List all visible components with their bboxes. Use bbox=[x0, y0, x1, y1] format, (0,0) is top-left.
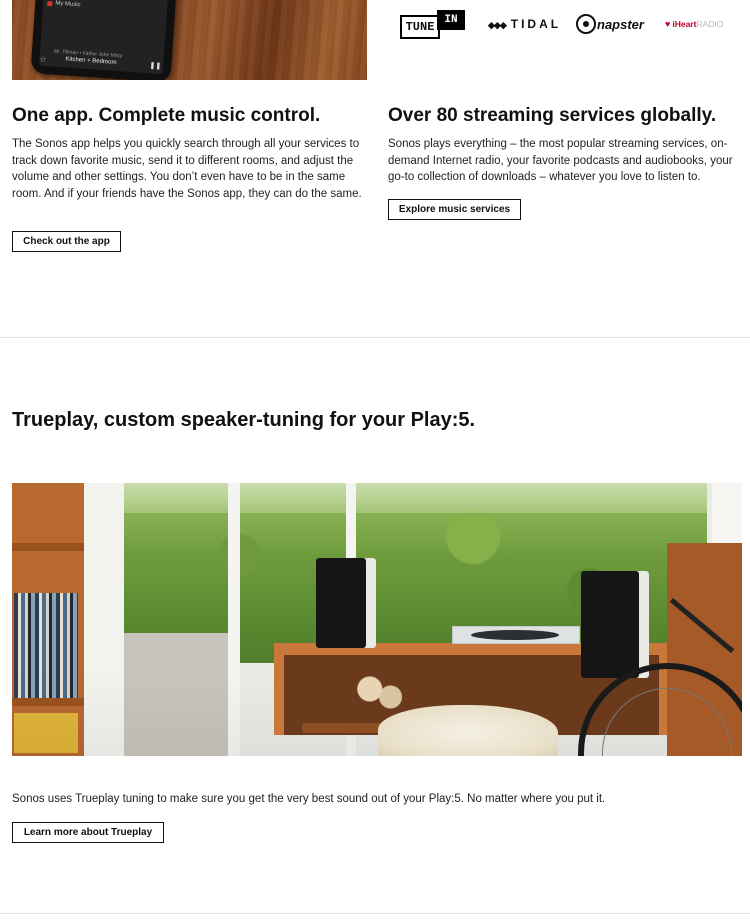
play5-speaker-right bbox=[581, 571, 649, 678]
tidal-logo: ◆◆◆ TIDAL bbox=[488, 17, 561, 31]
right-wall bbox=[712, 483, 742, 543]
streaming-service-logos: TUNE IN ◆◆◆ TIDAL napster ♥ iHeart RADIO bbox=[400, 10, 740, 40]
play5-speaker-left bbox=[316, 558, 376, 648]
turntable bbox=[452, 626, 580, 644]
phone: My Music Mr. Tillman • Father John Misty… bbox=[30, 0, 178, 80]
shelf-board bbox=[12, 543, 84, 551]
sonos-app-phone-image: My Music Mr. Tillman • Father John Misty… bbox=[12, 0, 367, 80]
napster-logo: napster bbox=[576, 14, 644, 34]
iheart-wordmark: iHeart bbox=[672, 19, 697, 29]
pause-icon: ❚❚ bbox=[149, 62, 162, 71]
music-icon bbox=[47, 1, 53, 7]
napster-cat-icon bbox=[576, 14, 596, 34]
iheartradio-logo: ♥ iHeart RADIO bbox=[665, 19, 723, 29]
trueplay-section-body: Sonos uses Trueplay tuning to make sure … bbox=[12, 793, 606, 805]
living-room-speakers-image bbox=[12, 483, 742, 756]
turntable-platter bbox=[471, 630, 559, 640]
section-divider bbox=[0, 913, 750, 914]
explore-music-services-button[interactable]: Explore music services bbox=[388, 199, 521, 220]
sky bbox=[122, 483, 707, 513]
streaming-section-body: Sonos plays everything – the most popula… bbox=[388, 138, 733, 183]
ceramic-vases bbox=[356, 673, 402, 713]
tidal-diamonds-icon: ◆◆◆ bbox=[488, 20, 507, 30]
tunein-logo-in: IN bbox=[437, 10, 465, 30]
tunein-logo-box: TUNE bbox=[400, 15, 440, 39]
tidal-wordmark: TIDAL bbox=[510, 17, 562, 31]
console-side bbox=[274, 655, 284, 735]
learn-more-trueplay-button[interactable]: Learn more about Trueplay bbox=[12, 822, 164, 843]
check-out-app-button[interactable]: Check out the app bbox=[12, 231, 121, 252]
sheepskin-throw bbox=[378, 705, 558, 756]
star-icon: ☆ bbox=[39, 54, 47, 65]
iheart-radio-wordmark: RADIO bbox=[696, 19, 724, 29]
streaming-section-title: Over 80 streaming services globally. bbox=[388, 105, 717, 126]
tunein-logo: TUNE IN bbox=[400, 10, 465, 40]
section-divider bbox=[0, 337, 750, 338]
app-section-title: One app. Complete music control. bbox=[12, 105, 321, 126]
napster-wordmark: napster bbox=[597, 16, 644, 32]
heart-icon: ♥ bbox=[665, 19, 671, 29]
app-section-body: The Sonos app helps you quickly search t… bbox=[12, 138, 362, 200]
trueplay-section-title: Trueplay, custom speaker-tuning for your… bbox=[12, 409, 476, 431]
